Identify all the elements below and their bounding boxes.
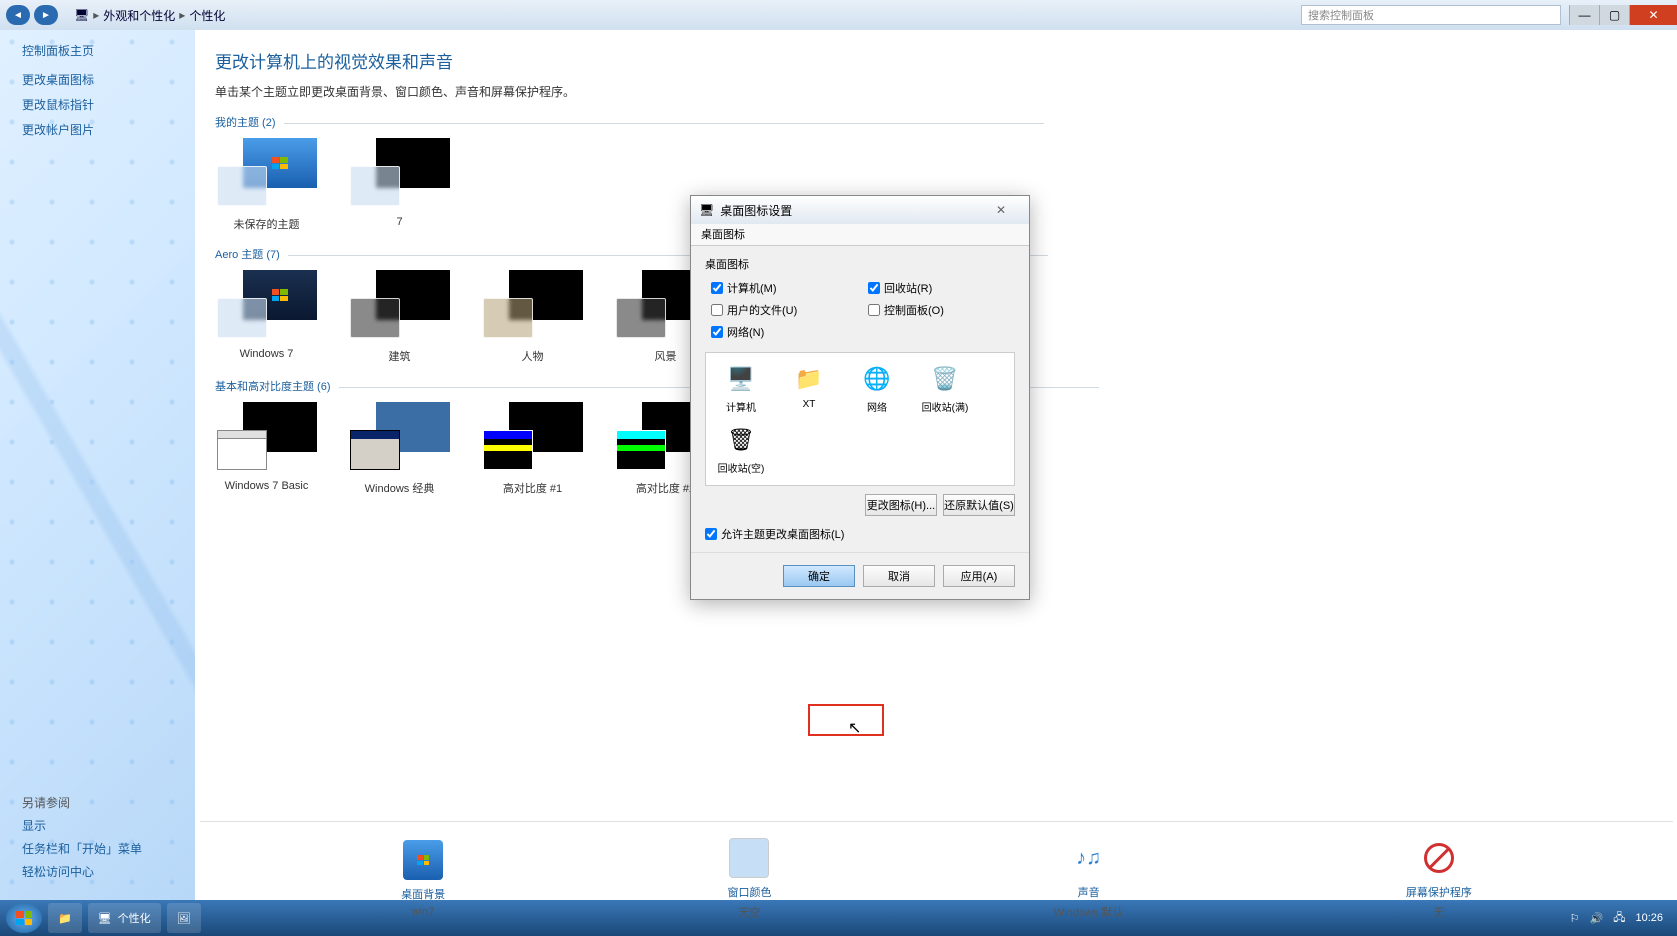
icon-userfolder[interactable]: 📁XT <box>784 363 834 414</box>
page-subtitle: 单击某个主题立即更改桌面背景、窗口颜色、声音和屏幕保护程序。 <box>215 83 1657 100</box>
breadcrumb[interactable]: 🖥 ▸ 外观和个性化 ▸ 个性化 <box>74 7 1301 24</box>
theme-classic[interactable]: Windows 经典 <box>348 402 451 496</box>
see-also-display[interactable]: 显示 <box>22 817 142 834</box>
see-also-taskbar[interactable]: 任务栏和「开始」菜单 <box>22 840 142 857</box>
bb-window-color[interactable]: 窗口颜色 天空 <box>727 838 771 920</box>
back-button[interactable]: ◄ <box>6 5 30 25</box>
theme-characters[interactable]: 人物 <box>481 270 584 364</box>
bb-sub: win7 <box>401 906 445 918</box>
icon-preview-grid[interactable]: 🖥️计算机 📁XT 🌐网络 🗑️回收站(满) 🗑回收站(空) <box>705 352 1015 486</box>
breadcrumb-item[interactable]: 个性化 <box>189 7 225 24</box>
cancel-button[interactable]: 取消 <box>863 565 935 587</box>
theme-unsaved[interactable]: 未保存的主题 <box>215 138 318 232</box>
taskbar-item-personalization[interactable]: 🖥 个性化 <box>88 903 161 933</box>
window-controls: — ▢ ✕ <box>1569 5 1677 25</box>
maximize-button[interactable]: ▢ <box>1599 5 1629 25</box>
close-button[interactable]: ✕ <box>1629 5 1677 25</box>
icon-buttons-row: 更改图标(H)... 还原默认值(S) <box>705 494 1015 516</box>
dialog-tab[interactable]: 桌面图标 <box>691 224 1029 246</box>
theme-label: Windows 7 <box>215 348 318 360</box>
section-my-themes: 我的主题 (2) <box>215 114 1657 132</box>
see-also-title: 另请参阅 <box>22 794 142 811</box>
forward-button[interactable]: ► <box>34 5 58 25</box>
icon-recycle-empty[interactable]: 🗑回收站(空) <box>716 424 766 475</box>
desktop-icon-settings-dialog: 🖥 桌面图标设置 ✕ 桌面图标 桌面图标 计算机(M) 回收站(R) 用户的文件… <box>690 195 1030 600</box>
icon-recycle-full[interactable]: 🗑️回收站(满) <box>920 363 970 414</box>
color-icon <box>729 838 769 878</box>
bb-screensaver[interactable]: 屏幕保护程序 无 <box>1406 838 1472 920</box>
sidebar-title[interactable]: 控制面板主页 <box>22 42 195 59</box>
sidebar-link-mouse-pointer[interactable]: 更改鼠标指针 <box>22 96 195 113</box>
theme-7[interactable]: 7 <box>348 138 451 232</box>
bb-title: 屏幕保护程序 <box>1406 884 1472 900</box>
chk-computer[interactable]: 计算机(M) <box>711 280 858 296</box>
theme-hc1[interactable]: 高对比度 #1 <box>481 402 584 496</box>
chk-recycle[interactable]: 回收站(R) <box>868 280 1015 296</box>
cursor-icon: ↖ <box>848 718 861 738</box>
taskbar-item-explorer[interactable]: 📁 <box>48 903 82 933</box>
see-also-ease[interactable]: 轻松访问中心 <box>22 863 142 880</box>
bb-sounds[interactable]: ♪♫ 声音 Windows 默认 <box>1054 838 1124 920</box>
icon-network[interactable]: 🌐网络 <box>852 363 902 414</box>
theme-win7-basic[interactable]: Windows 7 Basic <box>215 402 318 496</box>
theme-label: 建筑 <box>348 348 451 364</box>
dialog-close-button[interactable]: ✕ <box>981 203 1021 217</box>
checkbox-grid: 计算机(M) 回收站(R) 用户的文件(U) 控制面板(O) 网络(N) <box>705 280 1015 340</box>
change-icon-button[interactable]: 更改图标(H)... <box>865 494 937 516</box>
bb-title: 桌面背景 <box>401 886 445 902</box>
bb-desktop-background[interactable]: 桌面背景 win7 <box>401 840 445 918</box>
bottom-bar: 桌面背景 win7 窗口颜色 天空 ♪♫ 声音 Windows 默认 屏幕保护程… <box>200 821 1673 936</box>
minimize-button[interactable]: — <box>1569 5 1599 25</box>
group-label: 桌面图标 <box>705 256 1015 272</box>
theme-label: 未保存的主题 <box>215 216 318 232</box>
theme-label: Windows 7 Basic <box>215 480 318 492</box>
theme-label: 7 <box>348 216 451 228</box>
dialog-body: 桌面图标 计算机(M) 回收站(R) 用户的文件(U) 控制面板(O) 网络(N… <box>691 246 1029 552</box>
search-input[interactable]: 搜索控制面板 <box>1301 5 1561 25</box>
window-titlebar: ◄ ► 🖥 ▸ 外观和个性化 ▸ 个性化 搜索控制面板 — ▢ ✕ <box>0 0 1677 30</box>
dialog-title: 桌面图标设置 <box>720 202 792 219</box>
breadcrumb-item[interactable]: 外观和个性化 <box>103 7 175 24</box>
sidebar-link-account-picture[interactable]: 更改帐户图片 <box>22 121 195 138</box>
apply-button[interactable]: 应用(A) <box>943 565 1015 587</box>
chk-allow-themes[interactable]: 允许主题更改桌面图标(L) <box>705 526 1015 542</box>
screensaver-icon <box>1419 838 1459 878</box>
dialog-titlebar[interactable]: 🖥 桌面图标设置 ✕ <box>691 196 1029 224</box>
theme-label: 高对比度 #1 <box>481 480 584 496</box>
taskbar-item-app[interactable]: 🖼 <box>167 903 201 933</box>
search-placeholder: 搜索控制面板 <box>1308 7 1374 23</box>
dialog-footer: 确定 取消 应用(A) <box>691 552 1029 599</box>
sound-icon: ♪♫ <box>1069 838 1109 878</box>
page-title: 更改计算机上的视觉效果和声音 <box>215 48 1657 73</box>
sidebar: 控制面板主页 更改桌面图标 更改鼠标指针 更改帐户图片 另请参阅 显示 任务栏和… <box>0 30 195 900</box>
theme-label: 人物 <box>481 348 584 364</box>
sidebar-link-desktop-icons[interactable]: 更改桌面图标 <box>22 71 195 88</box>
theme-windows7[interactable]: Windows 7 <box>215 270 318 364</box>
taskbar-label: 个性化 <box>118 910 151 926</box>
restore-default-button[interactable]: 还原默认值(S) <box>943 494 1015 516</box>
bb-sub: 天空 <box>727 904 771 920</box>
start-button[interactable] <box>6 903 42 933</box>
bb-title: 声音 <box>1054 884 1124 900</box>
theme-architecture[interactable]: 建筑 <box>348 270 451 364</box>
ok-button[interactable]: 确定 <box>783 565 855 587</box>
nav-buttons: ◄ ► <box>0 5 64 25</box>
bb-sub: Windows 默认 <box>1054 904 1124 920</box>
wallpaper-icon <box>403 840 443 880</box>
theme-label: Windows 经典 <box>348 480 451 496</box>
bb-sub: 无 <box>1406 904 1472 920</box>
chk-controlpanel[interactable]: 控制面板(O) <box>868 302 1015 318</box>
sidebar-see-also: 另请参阅 显示 任务栏和「开始」菜单 轻松访问中心 <box>22 794 142 886</box>
icon-computer[interactable]: 🖥️计算机 <box>716 363 766 414</box>
window-icon: 🖥 <box>98 912 112 925</box>
chk-network[interactable]: 网络(N) <box>711 324 858 340</box>
bb-title: 窗口颜色 <box>727 884 771 900</box>
chk-userfiles[interactable]: 用户的文件(U) <box>711 302 858 318</box>
dialog-icon: 🖥 <box>699 203 714 217</box>
breadcrumb-icon: 🖥 <box>74 8 89 22</box>
